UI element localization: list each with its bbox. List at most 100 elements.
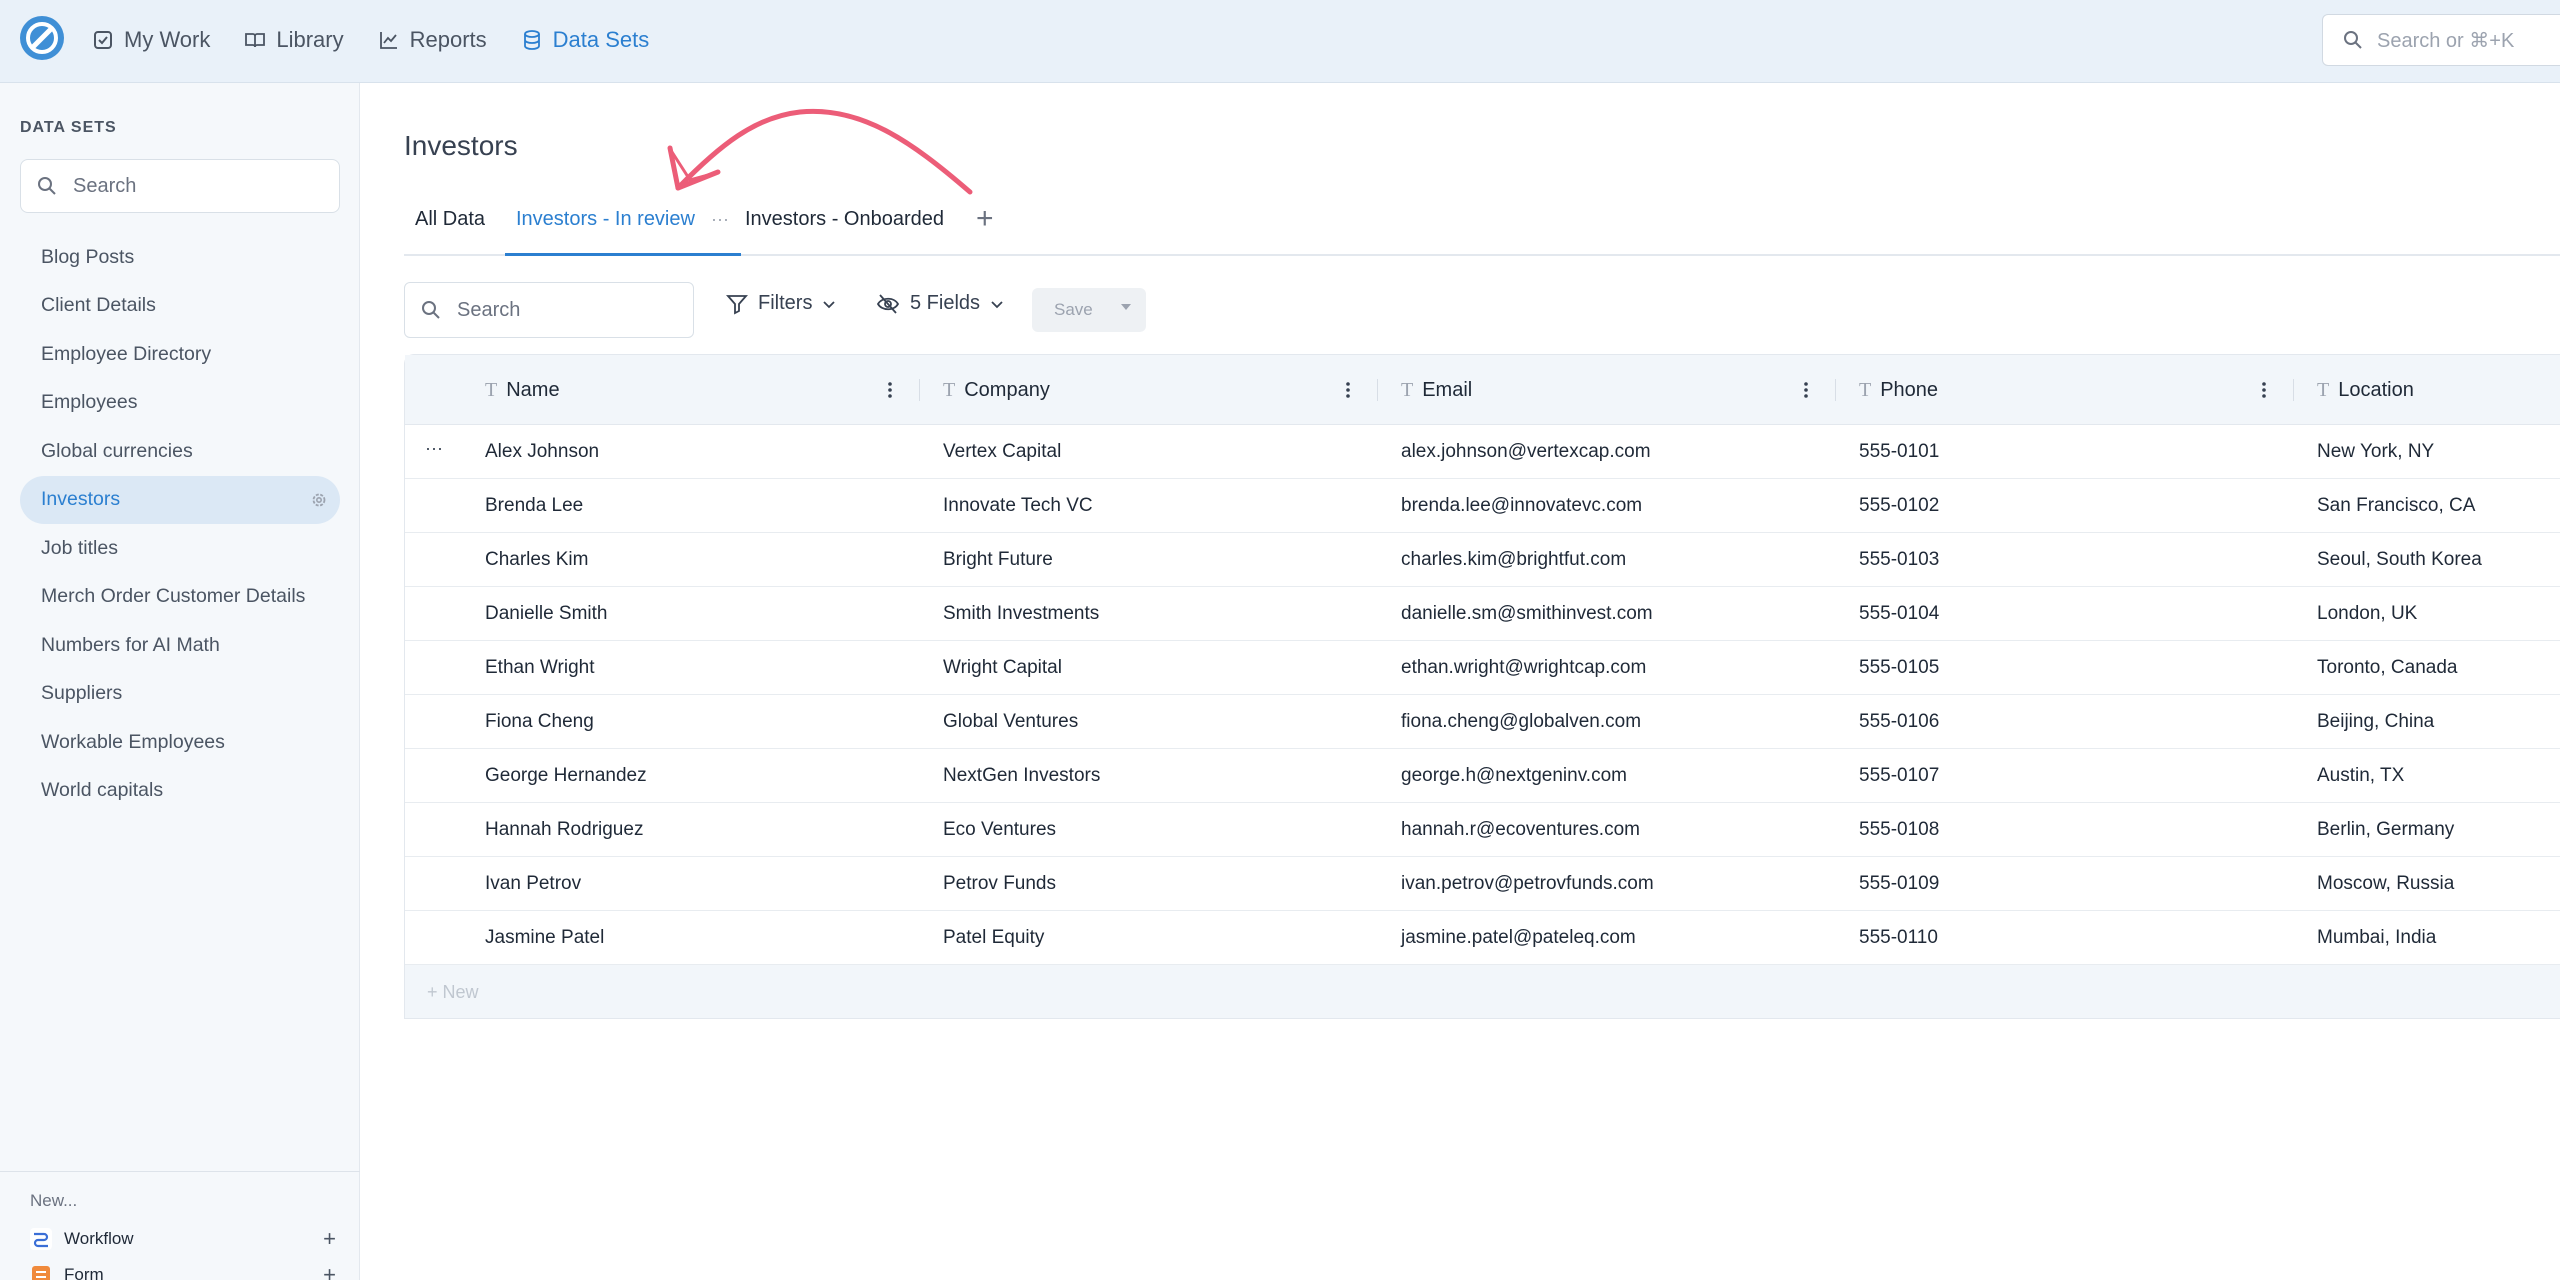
cell-name[interactable]: Alex Johnson bbox=[485, 425, 599, 479]
cell-location[interactable]: San Francisco, CA bbox=[2317, 479, 2475, 533]
fields-button[interactable]: 5 Fields bbox=[876, 292, 1004, 315]
column-menu-icon[interactable] bbox=[1803, 381, 1809, 399]
cell-email[interactable]: ethan.wright@wrightcap.com bbox=[1401, 641, 1646, 695]
cell-name[interactable]: Danielle Smith bbox=[485, 587, 608, 641]
new-form-item[interactable]: Form + bbox=[30, 1262, 336, 1280]
cell-company[interactable]: Wright Capital bbox=[943, 641, 1062, 695]
cell-phone[interactable]: 555-0107 bbox=[1859, 749, 1939, 803]
column-header-location[interactable]: T Location bbox=[2317, 355, 2414, 425]
table-row[interactable]: Fiona Cheng Global Ventures fiona.cheng@gl… bbox=[405, 695, 2560, 749]
cell-company[interactable]: Global Ventures bbox=[943, 695, 1078, 749]
caret-down-icon[interactable] bbox=[1120, 302, 1132, 312]
sidebar-item-workable-employees[interactable]: Workable Employees bbox=[20, 718, 340, 767]
add-row-button[interactable]: + New bbox=[405, 965, 2560, 1019]
cell-location[interactable]: London, UK bbox=[2317, 587, 2417, 641]
sidebar-item-employee-directory[interactable]: Employee Directory bbox=[20, 330, 340, 379]
cell-phone[interactable]: 555-0105 bbox=[1859, 641, 1939, 695]
row-menu-icon[interactable]: ··· bbox=[425, 425, 443, 471]
cell-company[interactable]: Smith Investments bbox=[943, 587, 1099, 641]
global-search-input[interactable]: Search or ⌘+K bbox=[2322, 14, 2560, 66]
cell-phone[interactable]: 555-0110 bbox=[1859, 911, 1938, 965]
cell-phone[interactable]: 555-0103 bbox=[1859, 533, 1939, 587]
cell-name[interactable]: Fiona Cheng bbox=[485, 695, 594, 749]
column-header-company[interactable]: T Company bbox=[943, 355, 1050, 425]
table-row[interactable]: ··· Alex Johnson Vertex Capital alex.johnso… bbox=[405, 425, 2560, 479]
cell-location[interactable]: Moscow, Russia bbox=[2317, 857, 2454, 911]
cell-name[interactable]: Brenda Lee bbox=[485, 479, 583, 533]
cell-company[interactable]: Vertex Capital bbox=[943, 425, 1061, 479]
column-header-phone[interactable]: T Phone bbox=[1859, 355, 1938, 425]
table-row[interactable]: George Hernandez NextGen Investors george.… bbox=[405, 749, 2560, 803]
sidebar-item-client-details[interactable]: Client Details bbox=[20, 282, 340, 331]
add-workflow-icon[interactable]: + bbox=[323, 1226, 336, 1252]
column-divider[interactable] bbox=[2293, 379, 2294, 401]
cell-phone[interactable]: 555-0106 bbox=[1859, 695, 1939, 749]
cell-email[interactable]: brenda.lee@innovatevc.com bbox=[1401, 479, 1642, 533]
sidebar-item-global-currencies[interactable]: Global currencies bbox=[20, 427, 340, 476]
tab-menu-icon[interactable]: ··· bbox=[711, 209, 729, 229]
column-menu-icon[interactable] bbox=[1345, 381, 1351, 399]
cell-location[interactable]: New York, NY bbox=[2317, 425, 2434, 479]
cell-company[interactable]: Patel Equity bbox=[943, 911, 1044, 965]
cell-name[interactable]: Jasmine Patel bbox=[485, 911, 604, 965]
cell-phone[interactable]: 555-0101 bbox=[1859, 425, 1939, 479]
table-row[interactable]: Hannah Rodriguez Eco Ventures hannah.r@eco… bbox=[405, 803, 2560, 857]
tab-all-data[interactable]: All Data bbox=[415, 208, 485, 256]
cell-name[interactable]: Hannah Rodriguez bbox=[485, 803, 643, 857]
sidebar-item-world-capitals[interactable]: World capitals bbox=[20, 767, 340, 816]
cell-email[interactable]: jasmine.patel@pateleq.com bbox=[1401, 911, 1636, 965]
column-header-email[interactable]: T Email bbox=[1401, 355, 1472, 425]
cell-name[interactable]: George Hernandez bbox=[485, 749, 647, 803]
sidebar-item-investors[interactable]: Investors bbox=[20, 475, 340, 524]
table-search-input[interactable]: Search bbox=[404, 282, 694, 338]
cell-phone[interactable]: 555-0104 bbox=[1859, 587, 1939, 641]
sidebar-item-blog-posts[interactable]: Blog Posts bbox=[20, 233, 340, 282]
table-row[interactable]: Ivan Petrov Petrov Funds ivan.petrov@petro… bbox=[405, 857, 2560, 911]
tab-investors-in-review[interactable]: Investors - In review ··· bbox=[505, 208, 741, 256]
cell-phone[interactable]: 555-0108 bbox=[1859, 803, 1939, 857]
new-workflow-item[interactable]: Workflow + bbox=[30, 1226, 336, 1251]
table-row[interactable]: Ethan Wright Wright Capital ethan.wright@w… bbox=[405, 641, 2560, 695]
gear-icon[interactable] bbox=[310, 491, 328, 509]
cell-location[interactable]: Mumbai, India bbox=[2317, 911, 2436, 965]
cell-email[interactable]: george.h@nextgeninv.com bbox=[1401, 749, 1627, 803]
column-divider[interactable] bbox=[1835, 379, 1836, 401]
cell-email[interactable]: charles.kim@brightfut.com bbox=[1401, 533, 1626, 587]
nav-my-work[interactable]: My Work bbox=[92, 27, 210, 53]
nav-library[interactable]: Library bbox=[244, 27, 344, 53]
nav-reports[interactable]: Reports bbox=[378, 27, 487, 53]
cell-name[interactable]: Ethan Wright bbox=[485, 641, 594, 695]
cell-location[interactable]: Berlin, Germany bbox=[2317, 803, 2454, 857]
cell-phone[interactable]: 555-0102 bbox=[1859, 479, 1939, 533]
sidebar-item-suppliers[interactable]: Suppliers bbox=[20, 670, 340, 719]
table-row[interactable]: Brenda Lee Innovate Tech VC brenda.lee@inn… bbox=[405, 479, 2560, 533]
cell-company[interactable]: Eco Ventures bbox=[943, 803, 1056, 857]
cell-phone[interactable]: 555-0109 bbox=[1859, 857, 1939, 911]
cell-location[interactable]: Seoul, South Korea bbox=[2317, 533, 2482, 587]
sidebar-item-merch-order[interactable]: Merch Order Customer Details bbox=[20, 573, 340, 622]
table-row[interactable]: Charles Kim Bright Future charles.kim@brig… bbox=[405, 533, 2560, 587]
sidebar-item-employees[interactable]: Employees bbox=[20, 379, 340, 428]
app-logo-icon[interactable] bbox=[20, 16, 64, 60]
table-row[interactable]: Danielle Smith Smith Investments danielle.… bbox=[405, 587, 2560, 641]
cell-email[interactable]: alex.johnson@vertexcap.com bbox=[1401, 425, 1651, 479]
column-menu-icon[interactable] bbox=[2261, 381, 2267, 399]
sidebar-search-input[interactable]: Search bbox=[20, 159, 340, 213]
save-button[interactable]: Save bbox=[1032, 288, 1146, 332]
cell-email[interactable]: hannah.r@ecoventures.com bbox=[1401, 803, 1640, 857]
column-divider[interactable] bbox=[1377, 379, 1378, 401]
filters-button[interactable]: Filters bbox=[726, 292, 836, 315]
cell-email[interactable]: fiona.cheng@globalven.com bbox=[1401, 695, 1641, 749]
cell-name[interactable]: Ivan Petrov bbox=[485, 857, 581, 911]
cell-location[interactable]: Austin, TX bbox=[2317, 749, 2404, 803]
add-tab-button[interactable]: + bbox=[976, 202, 994, 236]
sidebar-item-job-titles[interactable]: Job titles bbox=[20, 524, 340, 573]
nav-data-sets[interactable]: Data Sets bbox=[521, 27, 649, 53]
column-menu-icon[interactable] bbox=[887, 381, 893, 399]
cell-company[interactable]: Innovate Tech VC bbox=[943, 479, 1093, 533]
cell-email[interactable]: ivan.petrov@petrovfunds.com bbox=[1401, 857, 1654, 911]
sidebar-item-numbers-ai-math[interactable]: Numbers for AI Math bbox=[20, 621, 340, 670]
column-divider[interactable] bbox=[919, 379, 920, 401]
cell-email[interactable]: danielle.sm@smithinvest.com bbox=[1401, 587, 1653, 641]
cell-company[interactable]: NextGen Investors bbox=[943, 749, 1100, 803]
